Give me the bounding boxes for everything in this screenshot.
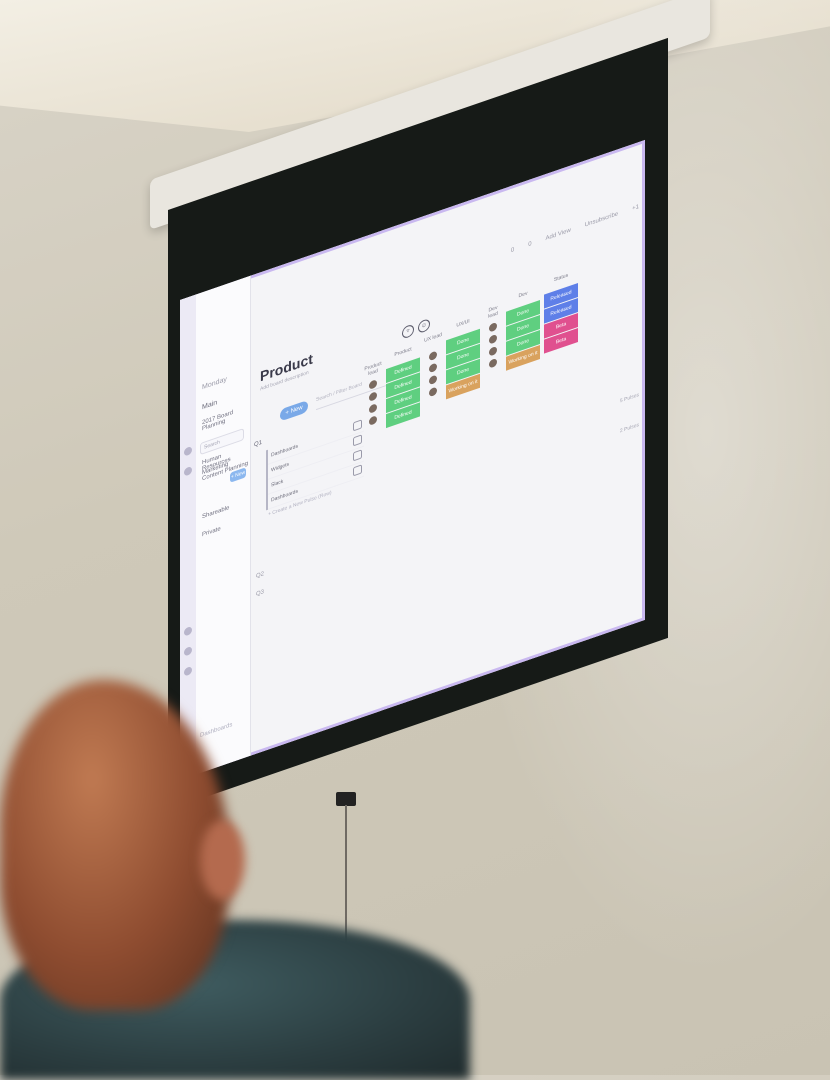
inbox-icon[interactable] — [184, 465, 192, 477]
workspace-name[interactable]: Main — [202, 399, 217, 411]
row-name: Widgets — [271, 461, 290, 474]
new-pulse-button[interactable]: + New — [280, 399, 308, 422]
column-header[interactable]: UX lead — [424, 332, 442, 352]
column-header[interactable]: Product lead — [364, 360, 382, 380]
group-title-q3[interactable]: Q3 — [256, 589, 264, 598]
sidebar-section-shareable[interactable]: Shareable — [202, 505, 229, 520]
settings-icon[interactable] — [184, 665, 192, 677]
avatar[interactable] — [429, 386, 437, 398]
avatar[interactable] — [369, 415, 377, 426]
avatar[interactable] — [489, 333, 497, 345]
search-icon[interactable] — [184, 625, 192, 637]
home-icon[interactable] — [184, 445, 192, 457]
chat-icon[interactable] — [353, 449, 362, 462]
avatar[interactable] — [429, 362, 437, 374]
avatar[interactable] — [369, 379, 377, 390]
sidebar-title: Monday — [202, 375, 227, 392]
avatar[interactable] — [489, 357, 497, 369]
board-column: Product lead — [364, 360, 382, 431]
board-topbar: 0 0 Add View Unsubscribe +1 — [511, 204, 639, 254]
board-column: Status Released Released Beta Beta — [544, 269, 578, 355]
bell-icon[interactable] — [184, 645, 192, 657]
chat-icon[interactable] — [353, 434, 362, 447]
unsubscribe-button[interactable]: Unsubscribe — [585, 211, 618, 228]
sidebar-section-private[interactable]: Private — [202, 526, 221, 538]
board-column: Product Defined Defined Defined Defined — [386, 343, 420, 429]
group-title[interactable]: Q1 — [254, 440, 262, 449]
filter-icon[interactable]: ▿ — [402, 323, 414, 340]
viewer-ear — [200, 820, 245, 900]
board-column: Dev lead — [484, 303, 502, 374]
members-count[interactable]: +1 — [632, 204, 639, 212]
avatar[interactable] — [489, 321, 497, 333]
board-column: UX lead — [424, 332, 442, 403]
sidebar: Monday Main 2017 Board Planning Search H… — [180, 275, 251, 780]
topbar-item[interactable]: 0 — [528, 241, 531, 248]
avatar[interactable] — [369, 391, 377, 402]
row-name: Slack — [271, 478, 284, 489]
avatar[interactable] — [429, 374, 437, 386]
left-rail — [180, 294, 196, 780]
chat-icon[interactable] — [353, 419, 362, 432]
board-column: Dev Done Done Done Working on it — [506, 286, 540, 372]
pulse-count: 2 Pulses — [619, 421, 639, 435]
board-column: UX/UI Done Done Done Working on it — [446, 315, 480, 401]
screen-pull-handle — [336, 792, 356, 806]
add-view-button[interactable]: Add View — [546, 227, 571, 242]
pulse-count: 5 Pulses — [619, 391, 639, 405]
chat-icon[interactable] — [353, 464, 362, 477]
avatar[interactable] — [489, 345, 497, 357]
avatar[interactable] — [429, 350, 437, 362]
person-icon[interactable]: ☺ — [418, 317, 430, 335]
avatar[interactable] — [369, 403, 377, 414]
topbar-item[interactable]: 0 — [511, 247, 514, 254]
column-header[interactable]: Dev lead — [484, 303, 502, 323]
group-title-q2[interactable]: Q2 — [256, 571, 264, 580]
